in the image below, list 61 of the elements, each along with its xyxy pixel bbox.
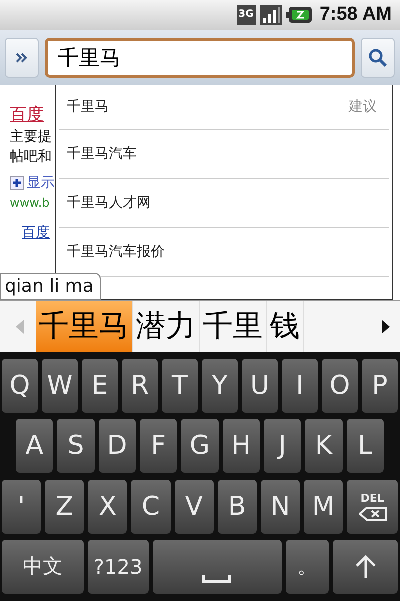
suggestion-item[interactable]: 千里马 建议 — [59, 85, 389, 130]
result-snippet: 帖吧和 — [10, 148, 52, 167]
right-arrow-icon[interactable] — [380, 318, 392, 334]
search-icon — [368, 48, 388, 68]
symbols-key[interactable]: ?123 — [88, 540, 148, 594]
plus-icon — [10, 176, 24, 190]
result-snippet: 主要提 — [10, 128, 52, 147]
delete-key[interactable]: DEL — [347, 480, 398, 534]
key[interactable]: Q — [2, 359, 38, 414]
battery-icon — [286, 7, 312, 23]
suggestion-tag: 建议 — [349, 98, 377, 116]
key[interactable]: Y — [202, 359, 238, 414]
signal-icon — [260, 5, 282, 25]
key[interactable]: L — [346, 419, 384, 474]
chevrons-icon — [15, 52, 29, 64]
key[interactable]: C — [131, 480, 171, 534]
key[interactable]: B — [218, 480, 257, 534]
show-more-link[interactable]: 显示 — [27, 173, 55, 193]
key[interactable]: T — [162, 359, 198, 414]
suggestion-item[interactable]: 千里马人才网 — [59, 179, 389, 228]
key[interactable]: R — [122, 359, 158, 414]
suggestion-item[interactable]: 千里马汽车 — [59, 130, 389, 179]
key[interactable]: G — [181, 419, 219, 474]
key[interactable]: I — [282, 359, 318, 414]
key[interactable]: M — [304, 480, 344, 534]
key[interactable]: ' — [2, 480, 42, 534]
key[interactable]: S — [57, 419, 95, 474]
key[interactable]: D — [98, 419, 136, 474]
expand-button[interactable] — [5, 38, 39, 78]
key[interactable]: N — [260, 480, 300, 534]
suggestion-text: 千里马汽车 — [67, 145, 137, 163]
enter-key[interactable] — [333, 540, 398, 594]
sub-link[interactable]: 百度 — [22, 223, 50, 243]
key[interactable]: E — [82, 359, 118, 414]
key[interactable]: F — [140, 419, 178, 474]
suggestion-text: 千里马汽车报价 — [67, 243, 165, 261]
key[interactable]: P — [362, 359, 398, 414]
space-icon — [202, 574, 232, 584]
clock-time: 7:58 AM — [320, 4, 392, 26]
candidate-word[interactable]: 千里马 — [36, 301, 133, 352]
key[interactable]: 。 — [286, 540, 330, 594]
pinyin-composing-text: qian li ma — [0, 273, 101, 300]
search-field[interactable]: 千里马 — [45, 38, 355, 78]
suggestion-text: 千里马 — [67, 98, 109, 116]
key[interactable]: H — [222, 419, 260, 474]
key[interactable]: Z — [45, 480, 84, 534]
key[interactable]: J — [264, 419, 302, 474]
backspace-icon — [358, 507, 387, 522]
suggestion-text: 千里马人才网 — [67, 194, 151, 212]
key[interactable]: X — [88, 480, 128, 534]
key[interactable]: K — [305, 419, 343, 474]
language-key[interactable]: 中文 — [2, 540, 84, 594]
key[interactable]: O — [322, 359, 358, 414]
result-title-link[interactable]: 百度 — [10, 105, 44, 125]
key[interactable]: U — [242, 359, 278, 414]
key[interactable]: V — [174, 480, 214, 534]
key[interactable]: W — [42, 359, 78, 414]
result-url: www.b — [10, 195, 50, 212]
search-button[interactable] — [361, 38, 395, 78]
network-icon: 3G — [236, 5, 256, 25]
key[interactable]: A — [16, 419, 54, 474]
